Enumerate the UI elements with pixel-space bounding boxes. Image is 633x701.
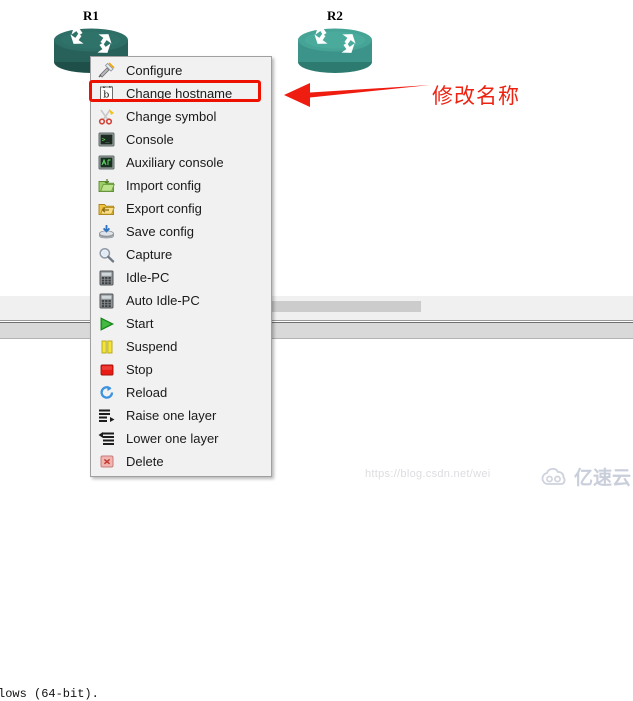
idle-pc-icon <box>96 269 117 287</box>
delete-icon <box>96 453 117 471</box>
svg-text:“: “ <box>102 86 106 94</box>
background-scrollbar-thumb[interactable] <box>272 301 421 312</box>
menu-item-auto-idle-pc[interactable]: Auto Idle-PC <box>91 289 271 312</box>
reload-icon <box>96 384 117 402</box>
menu-item-idle-pc[interactable]: Idle-PC <box>91 266 271 289</box>
menu-item-change-symbol[interactable]: Change symbol <box>91 105 271 128</box>
menu-item-export-config[interactable]: Export config <box>91 197 271 220</box>
rename-icon: b “ ” <box>96 85 117 103</box>
pause-icon <box>96 338 117 356</box>
menu-item-label: Change symbol <box>126 109 217 124</box>
menu-item-capture[interactable]: Capture <box>91 243 271 266</box>
raise-layer-icon <box>96 407 117 425</box>
menu-item-label: Raise one layer <box>126 408 217 423</box>
capture-icon <box>96 246 117 264</box>
console-line: lows (64-bit). <box>0 687 99 701</box>
menu-item-raise-one-layer[interactable]: Raise one layer <box>91 404 271 427</box>
symbol-icon <box>96 108 117 126</box>
menu-item-label: Auto Idle-PC <box>126 293 200 308</box>
menu-item-console[interactable]: >_ Console <box>91 128 271 151</box>
menu-item-auxiliary-console[interactable]: Auxiliary console <box>91 151 271 174</box>
lower-layer-icon <box>96 430 117 448</box>
menu-item-start[interactable]: Start <box>91 312 271 335</box>
menu-item-label: Change hostname <box>126 86 233 101</box>
menu-item-label: Delete <box>126 454 164 469</box>
menu-item-label: Capture <box>126 247 173 262</box>
menu-item-label: Idle-PC <box>126 270 170 285</box>
stop-icon <box>96 361 117 379</box>
menu-item-label: Auxiliary console <box>126 155 224 170</box>
menu-item-reload[interactable]: Reload <box>91 381 271 404</box>
svg-text:”: ” <box>108 86 112 94</box>
menu-item-label: Lower one layer <box>126 431 219 446</box>
menu-item-stop[interactable]: Stop <box>91 358 271 381</box>
menu-item-label: Save config <box>126 224 194 239</box>
router-icon[interactable] <box>296 26 374 74</box>
menu-item-delete[interactable]: Delete <box>91 450 271 473</box>
menu-item-label: Import config <box>126 178 202 193</box>
node-r2-label: R2 <box>327 8 343 23</box>
save-icon <box>96 223 117 241</box>
menu-item-label: Console <box>126 132 174 147</box>
play-icon <box>96 315 117 333</box>
menu-item-label: Export config <box>126 201 202 216</box>
node-r2[interactable]: R2 <box>296 8 374 74</box>
node-r1-label: R1 <box>83 8 99 23</box>
auto-idle-pc-icon <box>96 292 117 310</box>
watermark-url: https://blog.csdn.net/wei <box>365 468 491 480</box>
menu-item-suspend[interactable]: Suspend <box>91 335 271 358</box>
menu-item-configure[interactable]: Configure <box>91 59 271 82</box>
export-icon <box>96 200 117 218</box>
menu-item-label: Stop <box>126 362 153 377</box>
node-context-menu[interactable]: Configure b “ ” Change hostname Change s… <box>90 56 272 477</box>
menu-item-label: Configure <box>126 63 183 78</box>
topology-canvas[interactable]: lows (64-bit). R1 R2 Configure b “ ” Cha… <box>0 0 633 701</box>
import-icon <box>96 177 117 195</box>
annotation-text: 修改名称 <box>432 84 520 108</box>
svg-text:>_: >_ <box>102 136 110 144</box>
configure-icon <box>96 62 117 80</box>
menu-item-import-config[interactable]: Import config <box>91 174 271 197</box>
menu-item-label: Reload <box>126 385 168 400</box>
watermark-brand: 亿速云 <box>540 463 631 490</box>
menu-item-lower-one-layer[interactable]: Lower one layer <box>91 427 271 450</box>
aux-console-icon <box>96 154 117 172</box>
watermark-brand-text: 亿速云 <box>574 467 632 489</box>
menu-item-label: Start <box>126 316 154 331</box>
cloud-icon <box>540 467 570 487</box>
menu-item-change-hostname[interactable]: b “ ” Change hostname <box>91 82 271 105</box>
console-icon: >_ <box>96 131 117 149</box>
menu-item-save-config[interactable]: Save config <box>91 220 271 243</box>
menu-item-label: Suspend <box>126 339 178 354</box>
annotation-arrow <box>280 80 430 110</box>
